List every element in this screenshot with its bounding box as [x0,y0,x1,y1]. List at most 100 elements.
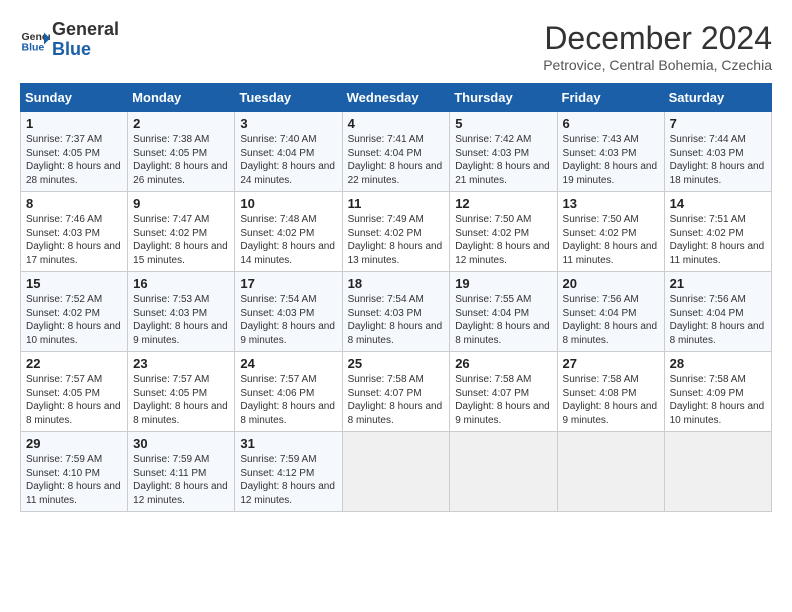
sunset-label: Sunset: 4:03 PM [670,148,744,159]
sunset-label: Sunset: 4:02 PM [133,228,207,239]
day-number: 2 [133,116,229,131]
weekday-header-sunday: Sunday [21,84,128,112]
day-number: 13 [563,196,659,211]
logo-text: General Blue [52,20,119,60]
day-info: Sunrise: 7:56 AM Sunset: 4:04 PM Dayligh… [563,293,659,347]
daylight-label: Daylight: 8 hours and 17 minutes. [26,241,121,266]
sunset-label: Sunset: 4:08 PM [563,388,637,399]
day-number: 16 [133,276,229,291]
day-number: 12 [455,196,551,211]
day-info: Sunrise: 7:48 AM Sunset: 4:02 PM Dayligh… [240,213,336,267]
calendar-cell [450,432,557,512]
daylight-label: Daylight: 8 hours and 9 minutes. [563,401,658,426]
calendar-cell: 12 Sunrise: 7:50 AM Sunset: 4:02 PM Dayl… [450,192,557,272]
day-number: 28 [670,356,766,371]
sunset-label: Sunset: 4:02 PM [240,228,314,239]
day-number: 1 [26,116,122,131]
day-number: 21 [670,276,766,291]
calendar-week-3: 15 Sunrise: 7:52 AM Sunset: 4:02 PM Dayl… [21,272,772,352]
day-info: Sunrise: 7:51 AM Sunset: 4:02 PM Dayligh… [670,213,766,267]
day-info: Sunrise: 7:58 AM Sunset: 4:09 PM Dayligh… [670,373,766,427]
calendar-header: SundayMondayTuesdayWednesdayThursdayFrid… [21,84,772,112]
calendar-cell: 19 Sunrise: 7:55 AM Sunset: 4:04 PM Dayl… [450,272,557,352]
day-number: 23 [133,356,229,371]
sunset-label: Sunset: 4:04 PM [563,308,637,319]
day-info: Sunrise: 7:55 AM Sunset: 4:04 PM Dayligh… [455,293,551,347]
day-info: Sunrise: 7:58 AM Sunset: 4:07 PM Dayligh… [348,373,445,427]
day-info: Sunrise: 7:43 AM Sunset: 4:03 PM Dayligh… [563,133,659,187]
daylight-label: Daylight: 8 hours and 8 minutes. [563,321,658,346]
day-number: 27 [563,356,659,371]
sunset-label: Sunset: 4:02 PM [670,228,744,239]
sunrise-label: Sunrise: 7:57 AM [240,374,316,385]
day-number: 25 [348,356,445,371]
calendar-cell: 4 Sunrise: 7:41 AM Sunset: 4:04 PM Dayli… [342,112,450,192]
sunrise-label: Sunrise: 7:49 AM [348,214,424,225]
sunrise-label: Sunrise: 7:58 AM [563,374,639,385]
sunrise-label: Sunrise: 7:41 AM [348,134,424,145]
calendar-cell [557,432,664,512]
sunset-label: Sunset: 4:07 PM [348,388,422,399]
daylight-label: Daylight: 8 hours and 12 minutes. [240,481,335,506]
daylight-label: Daylight: 8 hours and 22 minutes. [348,161,443,186]
calendar-cell: 3 Sunrise: 7:40 AM Sunset: 4:04 PM Dayli… [235,112,342,192]
sunset-label: Sunset: 4:05 PM [133,388,207,399]
day-info: Sunrise: 7:57 AM Sunset: 4:05 PM Dayligh… [133,373,229,427]
sunset-label: Sunset: 4:11 PM [133,468,206,479]
daylight-label: Daylight: 8 hours and 10 minutes. [26,321,121,346]
daylight-label: Daylight: 8 hours and 28 minutes. [26,161,121,186]
sunset-label: Sunset: 4:04 PM [348,148,422,159]
day-number: 24 [240,356,336,371]
calendar-cell: 29 Sunrise: 7:59 AM Sunset: 4:10 PM Dayl… [21,432,128,512]
sunrise-label: Sunrise: 7:59 AM [26,454,102,465]
sunset-label: Sunset: 4:03 PM [26,228,100,239]
sunrise-label: Sunrise: 7:43 AM [563,134,639,145]
calendar-cell: 7 Sunrise: 7:44 AM Sunset: 4:03 PM Dayli… [664,112,771,192]
daylight-label: Daylight: 8 hours and 11 minutes. [563,241,658,266]
daylight-label: Daylight: 8 hours and 11 minutes. [26,481,121,506]
weekday-header-wednesday: Wednesday [342,84,450,112]
sunrise-label: Sunrise: 7:44 AM [670,134,746,145]
day-info: Sunrise: 7:54 AM Sunset: 4:03 PM Dayligh… [240,293,336,347]
day-number: 17 [240,276,336,291]
daylight-label: Daylight: 8 hours and 24 minutes. [240,161,335,186]
daylight-label: Daylight: 8 hours and 19 minutes. [563,161,658,186]
sunset-label: Sunset: 4:10 PM [26,468,100,479]
weekday-header-saturday: Saturday [664,84,771,112]
day-number: 15 [26,276,122,291]
daylight-label: Daylight: 8 hours and 8 minutes. [670,321,765,346]
daylight-label: Daylight: 8 hours and 11 minutes. [670,241,765,266]
sunrise-label: Sunrise: 7:57 AM [133,374,209,385]
day-number: 14 [670,196,766,211]
weekday-header-thursday: Thursday [450,84,557,112]
title-area: December 2024 Petrovice, Central Bohemia… [543,20,772,73]
day-info: Sunrise: 7:58 AM Sunset: 4:07 PM Dayligh… [455,373,551,427]
sunrise-label: Sunrise: 7:50 AM [455,214,531,225]
daylight-label: Daylight: 8 hours and 15 minutes. [133,241,228,266]
day-info: Sunrise: 7:59 AM Sunset: 4:10 PM Dayligh… [26,453,122,507]
sunset-label: Sunset: 4:04 PM [670,308,744,319]
sunrise-label: Sunrise: 7:55 AM [455,294,531,305]
day-info: Sunrise: 7:56 AM Sunset: 4:04 PM Dayligh… [670,293,766,347]
day-info: Sunrise: 7:50 AM Sunset: 4:02 PM Dayligh… [455,213,551,267]
calendar-cell: 6 Sunrise: 7:43 AM Sunset: 4:03 PM Dayli… [557,112,664,192]
daylight-label: Daylight: 8 hours and 9 minutes. [455,401,550,426]
day-number: 31 [240,436,336,451]
daylight-label: Daylight: 8 hours and 10 minutes. [670,401,765,426]
day-info: Sunrise: 7:37 AM Sunset: 4:05 PM Dayligh… [26,133,122,187]
sunrise-label: Sunrise: 7:56 AM [563,294,639,305]
day-number: 20 [563,276,659,291]
day-info: Sunrise: 7:46 AM Sunset: 4:03 PM Dayligh… [26,213,122,267]
day-number: 10 [240,196,336,211]
calendar-cell: 2 Sunrise: 7:38 AM Sunset: 4:05 PM Dayli… [128,112,235,192]
calendar-cell: 16 Sunrise: 7:53 AM Sunset: 4:03 PM Dayl… [128,272,235,352]
daylight-label: Daylight: 8 hours and 18 minutes. [670,161,765,186]
page-header: General Blue General Blue December 2024 … [20,20,772,73]
sunset-label: Sunset: 4:02 PM [563,228,637,239]
sunset-label: Sunset: 4:09 PM [670,388,744,399]
day-number: 9 [133,196,229,211]
sunset-label: Sunset: 4:02 PM [26,308,100,319]
daylight-label: Daylight: 8 hours and 12 minutes. [133,481,228,506]
daylight-label: Daylight: 8 hours and 9 minutes. [240,321,335,346]
day-info: Sunrise: 7:58 AM Sunset: 4:08 PM Dayligh… [563,373,659,427]
